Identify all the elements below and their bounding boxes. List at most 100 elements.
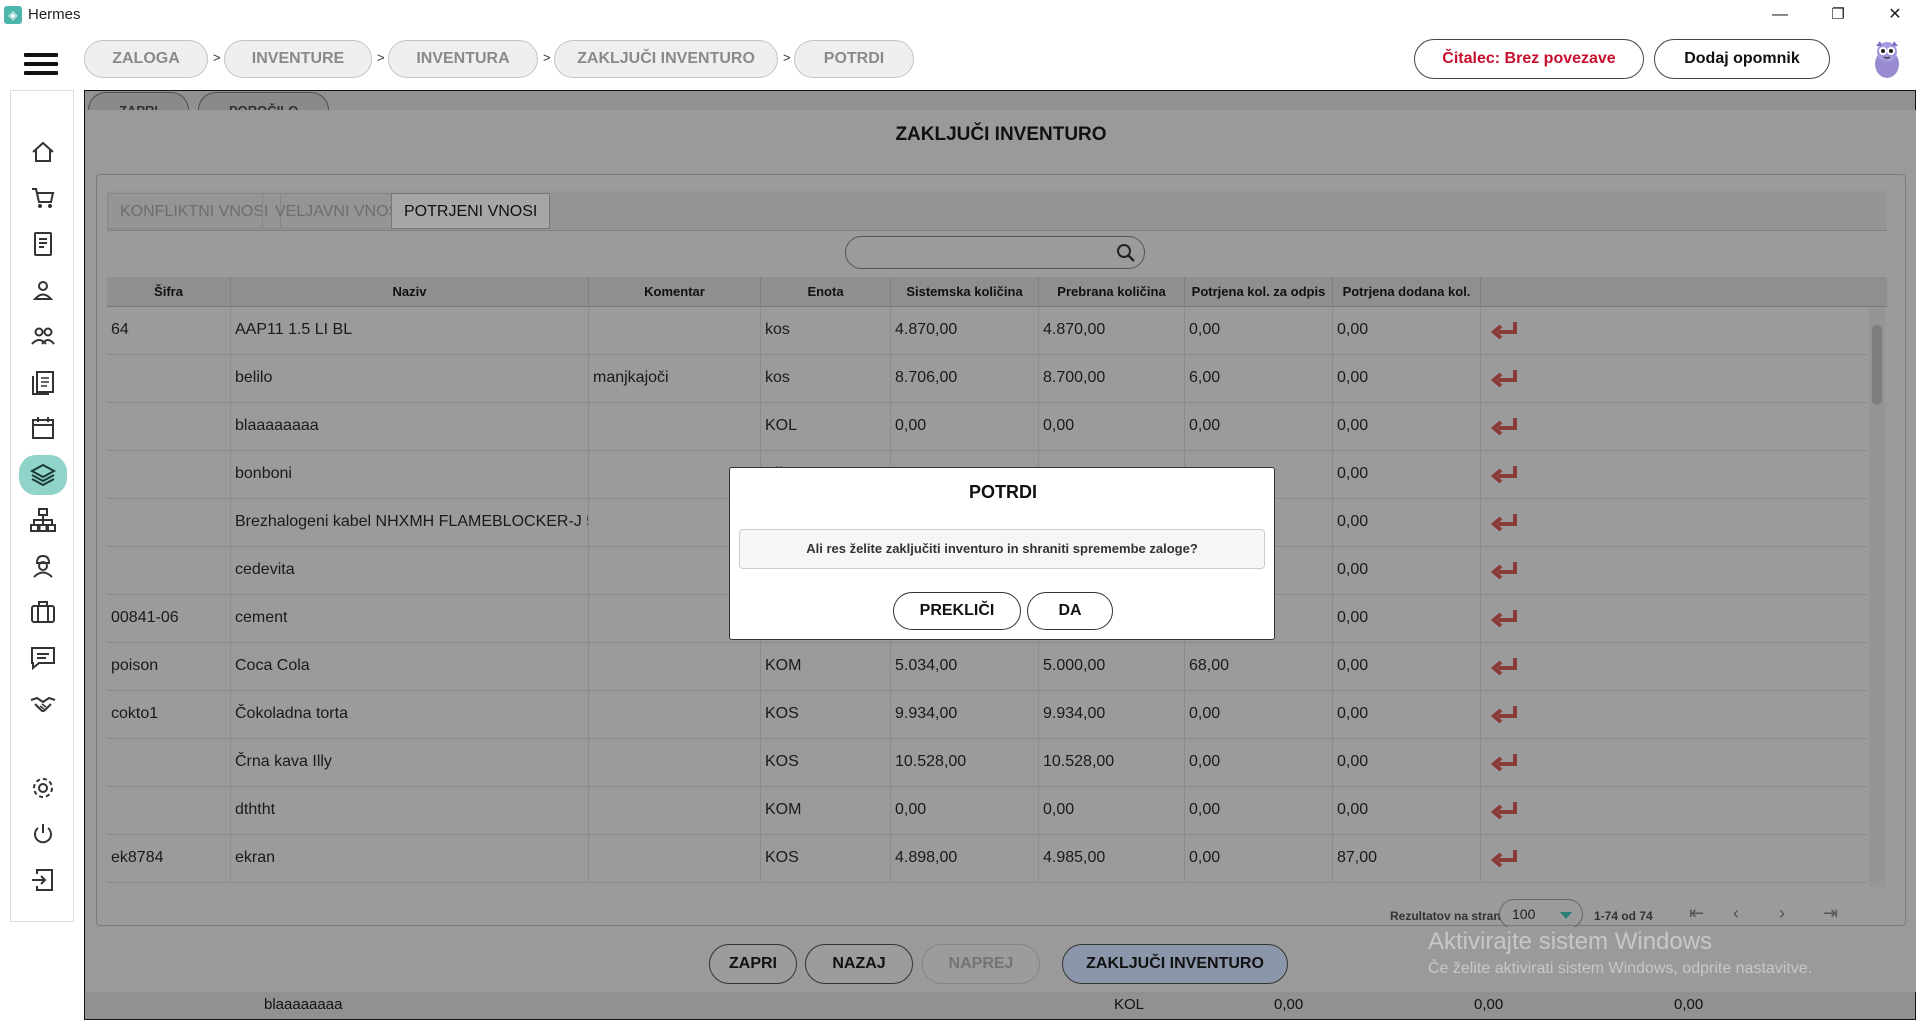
cell-naziv: dththt [231, 787, 589, 835]
cancel-button[interactable]: PREKLIČI [893, 592, 1021, 630]
return-arrow-icon[interactable] [1481, 787, 1529, 835]
reader-status-button[interactable]: Čitalec: Brez povezave [1414, 39, 1644, 79]
close-window-button[interactable]: ✕ [1872, 0, 1918, 30]
last-page-icon[interactable]: ⇥ [1823, 903, 1838, 924]
breadcrumb-inventure[interactable]: INVENTURE [224, 40, 372, 78]
search-icon[interactable] [1116, 243, 1136, 263]
table-row[interactable]: dththt KOM 0,00 0,00 0,00 0,00 [107, 787, 1867, 835]
calendar-icon[interactable] [26, 411, 60, 445]
column-header[interactable]: Naziv [231, 277, 589, 307]
return-arrow-icon[interactable] [1481, 355, 1529, 403]
return-arrow-icon[interactable] [1481, 451, 1529, 499]
handshake-icon[interactable] [26, 687, 60, 721]
menu-icon[interactable] [24, 53, 58, 77]
add-reminder-button[interactable]: Dodaj opomnik [1654, 39, 1830, 79]
table-row[interactable]: cokto1 Čokoladna torta KOS 9.934,00 9.934,00… [107, 691, 1867, 739]
layers-icon[interactable] [19, 455, 67, 495]
dialog-message: Ali res želite zaključiti inventuro in s… [739, 529, 1265, 569]
first-page-icon[interactable]: ⇤ [1689, 903, 1704, 924]
column-header[interactable]: Potrjena dodana kol. [1333, 277, 1481, 307]
cell-odpis: 68,00 [1185, 643, 1333, 691]
column-header[interactable]: Prebrana količina [1039, 277, 1185, 307]
briefcase-icon[interactable] [26, 595, 60, 629]
windows-watermark: Aktivirajte sistem Windows Če želite akt… [1428, 928, 1812, 978]
breadcrumb-inventura[interactable]: INVENTURA [388, 40, 538, 78]
column-header[interactable]: Enota [761, 277, 891, 307]
breadcrumb-separator: > [543, 50, 551, 65]
table-scrollbar[interactable] [1869, 307, 1885, 887]
scrollbar-thumb[interactable] [1872, 325, 1882, 405]
entries-tabs: KONFLIKTNI VNOSI VELJAVNI VNOSI POTRJENI… [107, 191, 1887, 231]
return-arrow-icon[interactable] [1481, 595, 1529, 643]
document-icon[interactable] [26, 227, 60, 261]
network-icon[interactable] [26, 503, 60, 537]
prev-page-icon[interactable]: ‹ [1733, 903, 1739, 924]
cell-naziv: AAP11 1.5 LI BL [231, 307, 589, 355]
return-arrow-icon[interactable] [1481, 739, 1529, 787]
cell-sifra: poison [107, 643, 231, 691]
breadcrumb-zakljuci-inventuro[interactable]: ZAKLJUČI INVENTURO [554, 40, 778, 78]
close-button[interactable]: ZAPRI [709, 944, 797, 984]
page-size-select[interactable]: 100 [1499, 899, 1583, 927]
column-header[interactable]: Komentar [589, 277, 761, 307]
return-arrow-icon[interactable] [1481, 547, 1529, 595]
breadcrumb-separator: > [783, 50, 791, 65]
return-arrow-icon[interactable] [1481, 403, 1529, 451]
return-arrow-icon[interactable] [1481, 643, 1529, 691]
tab-konfliktni-vnosi[interactable]: KONFLIKTNI VNOSI [107, 193, 282, 229]
cell-naziv: Coca Cola [231, 643, 589, 691]
avatar[interactable] [1866, 38, 1908, 80]
column-header[interactable]: Šifra [107, 277, 231, 307]
table-row[interactable]: belilo manjkajoči kos 8.706,00 8.700,00 6,00 0… [107, 355, 1867, 403]
column-header[interactable]: Potrjena kol. za odpis [1185, 277, 1333, 307]
cell-dodana: 0,00 [1333, 451, 1481, 499]
logout-icon[interactable] [26, 863, 60, 897]
table-row[interactable]: ek8784 ekran KOS 4.898,00 4.985,00 0,00 87,00 [107, 835, 1867, 883]
breadcrumb-separator: > [213, 50, 221, 65]
user-icon[interactable] [26, 273, 60, 307]
finish-inventory-button[interactable]: ZAKLJUČI INVENTURO [1062, 944, 1288, 984]
table-row[interactable]: poison Coca Cola KOM 5.034,00 5.000,00 68,00 0… [107, 643, 1867, 691]
breadcrumb-zaloga[interactable]: ZALOGA [84, 40, 208, 78]
cell-prebrana: 0,00 [1039, 787, 1185, 835]
cell-odpis: 0,00 [1185, 787, 1333, 835]
users-icon[interactable] [26, 319, 60, 353]
records-icon[interactable] [26, 365, 60, 399]
cell-prebrana: 0,00 [1039, 403, 1185, 451]
cell-dodana: 0,00 [1333, 739, 1481, 787]
pagination: Rezultatov na stran 100 1-74 od 74 ⇤ ‹ ›… [107, 887, 1887, 927]
table-row[interactable]: blaaaaaaaa KOL 0,00 0,00 0,00 0,00 [107, 403, 1867, 451]
return-arrow-icon[interactable] [1481, 691, 1529, 739]
title-bar: ◈ Hermes — ❐ ✕ [0, 0, 1919, 30]
cell-dodana: 0,00 [1333, 355, 1481, 403]
search-input[interactable] [845, 236, 1145, 269]
minimize-button[interactable]: — [1757, 0, 1803, 30]
settings-icon[interactable] [26, 771, 60, 805]
cell-odpis: 0,00 [1185, 835, 1333, 883]
cell-naziv: ekran [231, 835, 589, 883]
return-arrow-icon[interactable] [1481, 835, 1529, 883]
return-arrow-icon[interactable] [1481, 307, 1529, 355]
return-arrow-icon[interactable] [1481, 499, 1529, 547]
tab-potrjeni-vnosi[interactable]: POTRJENI VNOSI [391, 193, 551, 229]
home-icon[interactable] [26, 135, 60, 169]
table-row[interactable]: 64 AAP11 1.5 LI BL kos 4.870,00 4.870,00 0,00… [107, 307, 1867, 355]
table-row[interactable]: Črna kava Illy KOS 10.528,00 10.528,00 0,00 0… [107, 739, 1867, 787]
column-header-actions [1481, 277, 1887, 307]
worker-icon[interactable] [26, 549, 60, 583]
next-page-icon[interactable]: › [1779, 903, 1785, 924]
cell-odpis: 0,00 [1185, 691, 1333, 739]
confirm-button[interactable]: DA [1027, 592, 1113, 630]
next-button[interactable]: NAPREJ [922, 944, 1040, 984]
power-icon[interactable] [26, 817, 60, 851]
restore-button[interactable]: ❐ [1815, 0, 1861, 30]
cell-sistemska: 0,00 [891, 403, 1039, 451]
cell-sistemska: 4.898,00 [891, 835, 1039, 883]
cell-naziv: Črna kava Illy [231, 739, 589, 787]
chat-icon[interactable] [26, 641, 60, 675]
column-header[interactable]: Sistemska količina [891, 277, 1039, 307]
breadcrumb-potrdi[interactable]: POTRDI [794, 40, 914, 78]
cart-icon[interactable] [26, 181, 60, 215]
back-button[interactable]: NAZAJ [805, 944, 913, 984]
page-size-value: 100 [1512, 906, 1536, 922]
